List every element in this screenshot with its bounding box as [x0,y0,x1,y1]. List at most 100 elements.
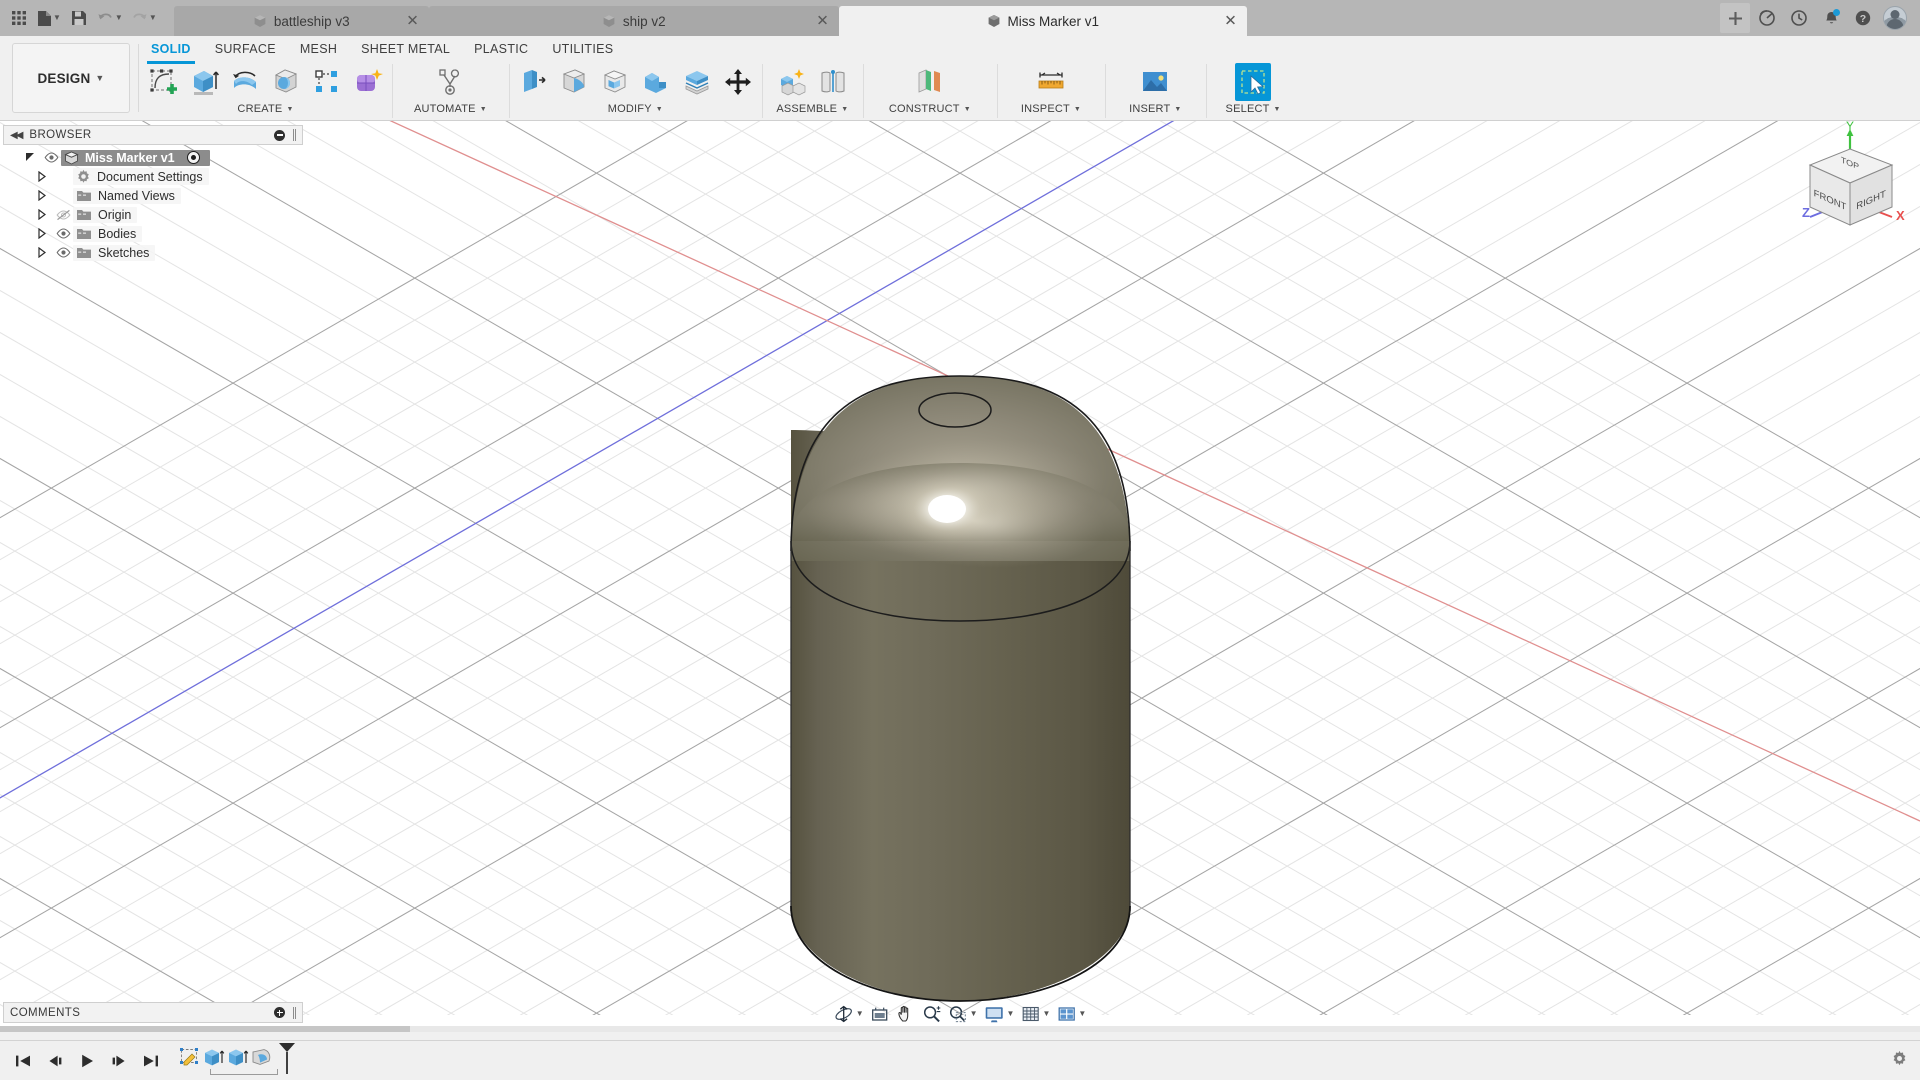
orbit-icon[interactable]: ▼ [832,1001,866,1027]
press-pull-icon[interactable] [515,63,551,101]
sphere-icon[interactable] [268,63,304,101]
go-to-beginning-icon[interactable] [12,1050,34,1072]
chevron-down-icon[interactable]: ▼ [1274,106,1281,113]
tree-item-origin[interactable]: Origin [3,205,303,224]
help-icon[interactable]: ? [1848,3,1878,33]
timeline-marker[interactable] [276,1041,298,1080]
close-icon[interactable]: ✕ [406,14,419,29]
app-grid-icon[interactable] [6,3,32,33]
pattern-icon[interactable] [309,63,345,101]
chevron-down-icon[interactable]: ▼ [95,73,104,83]
move-copy-icon[interactable] [720,63,756,101]
expand-arrow-icon[interactable] [31,247,53,258]
select-window-icon[interactable] [1235,63,1272,101]
split-face-icon[interactable] [679,63,715,101]
new-document-button[interactable]: ▼ [34,3,64,33]
revolve-icon[interactable] [227,63,263,101]
create-sketch-icon[interactable] [145,63,181,101]
panel-label-select[interactable]: SELECT ▼ [1226,103,1281,115]
step-back-icon[interactable] [44,1050,66,1072]
panel-label-automate[interactable]: AUTOMATE ▼ [414,103,487,115]
chevron-down-icon[interactable]: ▼ [1078,1010,1086,1018]
chevron-down-icon[interactable]: ▼ [1174,106,1181,113]
chevron-down-icon[interactable]: ▼ [149,14,157,22]
chevron-down-icon[interactable]: ▼ [115,14,123,22]
notifications-icon[interactable] [1816,3,1846,33]
visibility-eye-icon[interactable] [53,247,73,258]
close-icon[interactable]: ✕ [816,14,829,29]
panel-label-construct[interactable]: CONSTRUCT ▼ [889,103,971,115]
pan-icon[interactable] [894,1001,918,1027]
shell-icon[interactable] [597,63,633,101]
chevron-down-icon[interactable]: ▼ [53,14,61,22]
grid-snaps-icon[interactable]: ▼ [1018,1001,1052,1027]
measure-icon[interactable] [1033,63,1069,101]
chevron-down-icon[interactable]: ▼ [1074,106,1081,113]
expand-arrow-icon[interactable] [31,209,53,220]
panel-label-modify[interactable]: MODIFY ▼ [608,103,663,115]
plus-circle-icon[interactable] [274,1007,285,1018]
viewports-icon[interactable]: ▼ [1054,1001,1088,1027]
doc-tab-battleship[interactable]: battleship v3 ✕ [173,6,429,36]
visibility-eye-icon[interactable] [53,228,73,239]
visibility-eye-icon[interactable] [41,152,61,163]
tab-plastic[interactable]: PLASTIC [462,38,540,60]
tab-solid[interactable]: SOLID [139,38,203,64]
panel-label-assemble[interactable]: ASSEMBLE ▼ [776,103,848,115]
chevron-down-icon[interactable]: ▼ [480,106,487,113]
insert-image-icon[interactable] [1137,63,1173,101]
collapse-left-icon[interactable]: ◀◀ [10,130,23,141]
form-icon[interactable] [350,63,386,101]
add-icon[interactable] [1720,3,1750,33]
tab-sheet-metal[interactable]: SHEET METAL [349,38,462,60]
close-icon[interactable]: ✕ [1224,14,1237,29]
tree-item-sketches[interactable]: Sketches [3,243,303,262]
chevron-down-icon[interactable]: ▼ [1007,1010,1015,1018]
panel-grip[interactable] [293,129,296,141]
sync-icon[interactable] [1752,3,1782,33]
go-to-end-icon[interactable] [140,1050,162,1072]
timeline-sketch-feature[interactable] [178,1047,202,1075]
new-component-icon[interactable] [774,63,810,101]
chevron-down-icon[interactable]: ▼ [1042,1010,1050,1018]
expand-arrow-icon[interactable] [19,152,41,163]
tree-item-miss-marker[interactable]: Miss Marker v1 [3,148,303,167]
panel-grip[interactable] [293,1006,296,1019]
chevron-down-icon[interactable]: ▼ [286,106,293,113]
extrude-icon[interactable] [186,63,222,101]
tab-surface[interactable]: SURFACE [203,38,288,60]
expand-arrow-icon[interactable] [31,228,53,239]
undo-button[interactable]: ▼ [94,3,126,33]
visibility-eye-hidden-icon[interactable] [53,209,73,221]
history-icon[interactable] [1784,3,1814,33]
tree-item-named-views[interactable]: Named Views [3,186,303,205]
chevron-down-icon[interactable]: ▼ [841,106,848,113]
doc-tab-miss-marker[interactable]: Miss Marker v1 ✕ [838,6,1247,36]
panel-label-insert[interactable]: INSERT ▼ [1129,103,1181,115]
step-forward-icon[interactable] [108,1050,130,1072]
account-avatar[interactable] [1880,3,1910,33]
minus-circle-icon[interactable] [274,129,285,141]
play-icon[interactable] [76,1050,98,1072]
expand-arrow-icon[interactable] [31,171,53,182]
activate-component-radio[interactable] [186,151,200,164]
combine-icon[interactable] [638,63,674,101]
doc-tab-ship[interactable]: ship v2 ✕ [428,6,839,36]
tab-mesh[interactable]: MESH [288,38,349,60]
fit-icon[interactable]: ▼ [946,1001,980,1027]
automate-generative-icon[interactable] [432,63,468,101]
workspace-selector[interactable]: DESIGN ▼ [12,43,130,113]
tree-item-document-settings[interactable]: Document Settings [3,167,303,186]
panel-label-create[interactable]: CREATE ▼ [237,103,293,115]
redo-button[interactable]: ▼ [128,3,160,33]
chevron-down-icon[interactable]: ▼ [656,106,663,113]
display-settings-icon[interactable]: ▼ [982,1001,1017,1027]
tree-item-bodies[interactable]: Bodies [3,224,303,243]
chevron-down-icon[interactable]: ▼ [856,1010,864,1018]
chevron-down-icon[interactable]: ▼ [970,1010,978,1018]
fillet-icon[interactable] [556,63,592,101]
zoom-icon[interactable] [920,1001,944,1027]
offset-plane-icon[interactable] [912,63,948,101]
view-cube[interactable]: Y Z X TOP FRONT RIGHT [1792,121,1912,239]
expand-arrow-icon[interactable] [31,190,53,201]
